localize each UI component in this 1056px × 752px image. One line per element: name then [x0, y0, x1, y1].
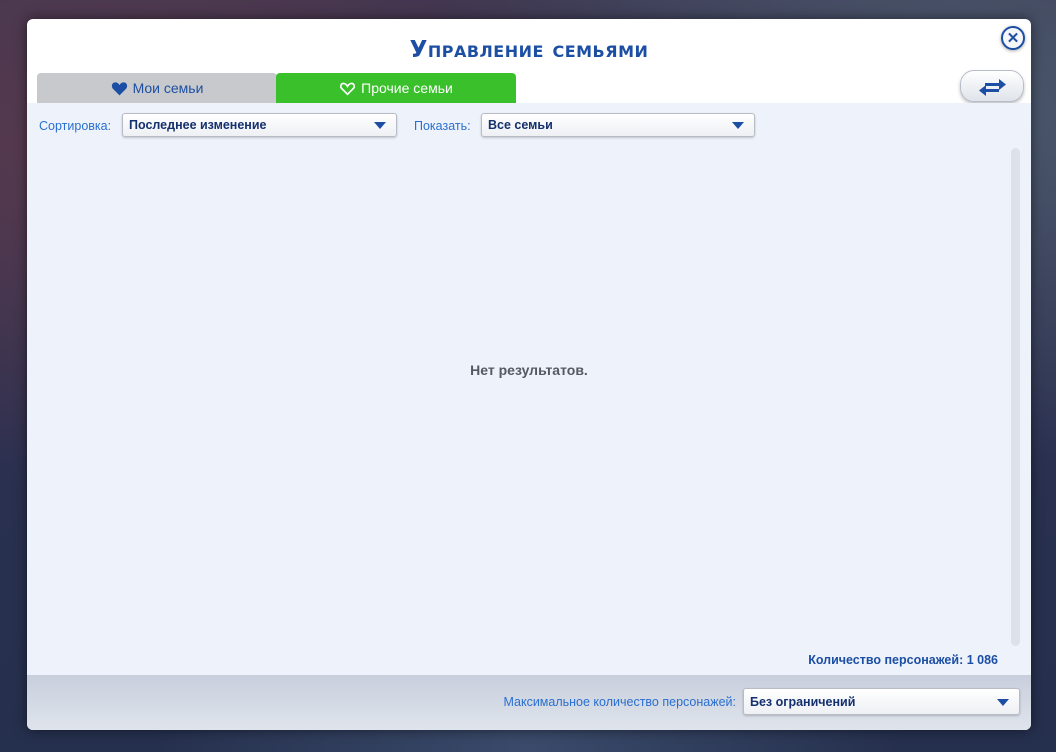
- chevron-down-icon: [997, 699, 1009, 706]
- dialog-footer: Максимальное количество персонажей: Без …: [27, 675, 1031, 730]
- show-label: Показать:: [414, 119, 471, 133]
- tab-label: Мои семьи: [132, 80, 204, 96]
- dialog-title: Управление семьями: [409, 37, 649, 63]
- results-scrollbar[interactable]: [1011, 148, 1020, 646]
- manage-households-dialog: Управление семьями ✕ Мои семьи Прочие се…: [27, 19, 1031, 730]
- sim-count: Количество персонажей: 1 086: [808, 653, 998, 667]
- outline-heart-icon: [340, 82, 356, 95]
- tabs-bar: Мои семьи Прочие семьи: [27, 73, 1031, 103]
- transfer-households-button[interactable]: [960, 70, 1024, 102]
- max-sims-dropdown[interactable]: Без ограничений: [743, 688, 1020, 715]
- show-value: Все семьи: [488, 118, 553, 132]
- sort-value: Последнее изменение: [129, 118, 267, 132]
- tab-my-households[interactable]: Мои семьи: [37, 73, 277, 103]
- max-sims-label: Максимальное количество персонажей:: [503, 695, 736, 709]
- close-icon: ✕: [1006, 29, 1020, 47]
- close-button[interactable]: ✕: [1001, 26, 1025, 50]
- tab-label: Прочие семьи: [361, 80, 453, 96]
- filled-heart-icon: [111, 81, 127, 95]
- show-dropdown[interactable]: Все семьи: [481, 113, 755, 137]
- sort-label: Сортировка:: [39, 119, 112, 133]
- tab-other-households[interactable]: Прочие семьи: [276, 73, 516, 103]
- chevron-down-icon: [732, 122, 744, 129]
- sort-dropdown[interactable]: Последнее изменение: [122, 113, 397, 137]
- households-content: Сортировка: Последнее изменение Показать…: [27, 103, 1031, 675]
- max-sims-value: Без ограничений: [750, 694, 856, 709]
- transfer-arrows-icon: [979, 79, 1006, 96]
- chevron-down-icon: [374, 122, 386, 129]
- empty-results-message: Нет результатов.: [470, 362, 588, 378]
